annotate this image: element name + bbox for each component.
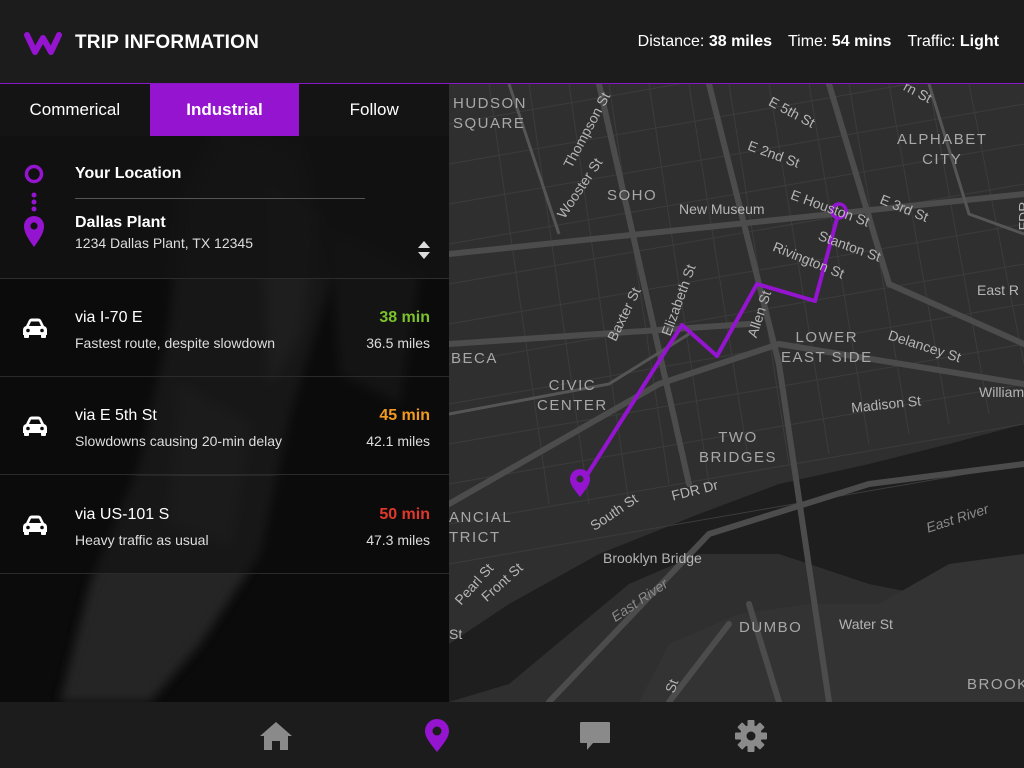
map-label: TWO BRIDGES: [699, 429, 778, 466]
map-label: LOWER EAST SIDE: [781, 329, 873, 366]
distance-label: Distance:: [637, 33, 705, 50]
map-label: ANCIAL TRICT: [449, 509, 513, 546]
map-view[interactable]: HUDSON SQUARE SOHO New Museum ALPHABET C…: [449, 84, 1024, 702]
car-icon: [23, 318, 47, 338]
route-option[interactable]: via E 5th St Slowdowns causing 20-min de…: [0, 377, 449, 475]
car-icon: [23, 416, 47, 436]
route-panel: Commerical Industrial Follow Your Locati…: [0, 84, 449, 702]
route-time: 50 min: [379, 506, 430, 523]
gear-icon[interactable]: [733, 718, 769, 754]
map-label: Water St: [839, 616, 893, 632]
traffic-label: Traffic:: [907, 33, 956, 50]
route-description: Fastest route, despite slowdown: [75, 335, 275, 351]
location-pin-icon[interactable]: [419, 718, 455, 754]
bottom-navigation: [0, 702, 1024, 768]
map-label: HUDSON SQUARE: [453, 95, 528, 132]
distance-value: 38 miles: [708, 33, 772, 50]
swap-sort-icon[interactable]: [416, 240, 432, 260]
map-label: Brooklyn Bridge: [603, 550, 702, 566]
destination-pin-icon: [24, 216, 44, 247]
route-dot-icon: [31, 206, 37, 212]
route-option[interactable]: via US-101 S Heavy traffic as usual 50 m…: [0, 476, 449, 574]
map-label: ALPHABET CITY: [897, 131, 988, 168]
origin-destination-icons: [24, 164, 44, 247]
traffic-stat: Traffic: Light: [907, 33, 999, 51]
chat-icon[interactable]: [577, 718, 613, 754]
tab-commerical[interactable]: Commerical: [0, 84, 150, 136]
car-icon: [23, 515, 47, 535]
time-label: Time:: [787, 33, 828, 50]
route-name: via E 5th St: [75, 407, 157, 424]
map-label: CIVIC CENTER: [537, 377, 608, 414]
traffic-value: Light: [959, 33, 999, 50]
map-label: New Museum: [679, 201, 765, 217]
map-label: FDR: [1015, 201, 1024, 231]
route-time: 38 min: [379, 309, 430, 326]
map-label: SOHO: [607, 187, 658, 204]
route-dot-icon: [31, 192, 37, 198]
destination-address: 1234 Dallas Plant, TX 12345: [75, 235, 253, 251]
map-label: BROOK: [967, 676, 1024, 693]
tab-follow[interactable]: Follow: [299, 84, 449, 136]
app-header: TRIP INFORMATION Distance: 38 miles Time…: [0, 0, 1024, 84]
location-box: Your Location Dallas Plant 1234 Dallas P…: [0, 136, 449, 279]
map-label: East R: [977, 282, 1020, 298]
location-divider: [75, 198, 365, 199]
route-time: 45 min: [379, 407, 430, 424]
route-description: Slowdowns causing 20-min delay: [75, 433, 282, 449]
route-distance: 47.3 miles: [366, 532, 430, 548]
category-tabs: Commerical Industrial Follow: [0, 84, 449, 136]
route-description: Heavy traffic as usual: [75, 532, 209, 548]
route-dot-icon: [31, 199, 37, 205]
tab-industrial[interactable]: Industrial: [149, 84, 300, 136]
trip-stats: Distance: 38 miles Time: 54 mins Traffic…: [638, 33, 999, 51]
route-option[interactable]: via I-70 E Fastest route, despite slowdo…: [0, 279, 449, 377]
map-label: DUMBO: [739, 619, 803, 636]
origin-icon: [24, 164, 44, 184]
route-name: via US-101 S: [75, 506, 170, 523]
route-distance: 42.1 miles: [366, 433, 430, 449]
time-value: 54 mins: [831, 33, 892, 50]
origin-label[interactable]: Your Location: [75, 165, 181, 183]
map-label: William: [979, 384, 1024, 400]
destination-name[interactable]: Dallas Plant: [75, 214, 166, 232]
distance-stat: Distance: 38 miles: [638, 33, 772, 51]
route-distance: 36.5 miles: [366, 335, 430, 351]
map-label: St: [449, 626, 463, 642]
route-name: via I-70 E: [75, 309, 143, 326]
map-label: BECA: [451, 350, 498, 367]
time-stat: Time: 54 mins: [788, 33, 891, 51]
map-canvas: [449, 84, 1024, 702]
home-icon[interactable]: [258, 718, 294, 754]
app-logo-icon: [24, 32, 62, 55]
page-title: TRIP INFORMATION: [75, 32, 260, 53]
